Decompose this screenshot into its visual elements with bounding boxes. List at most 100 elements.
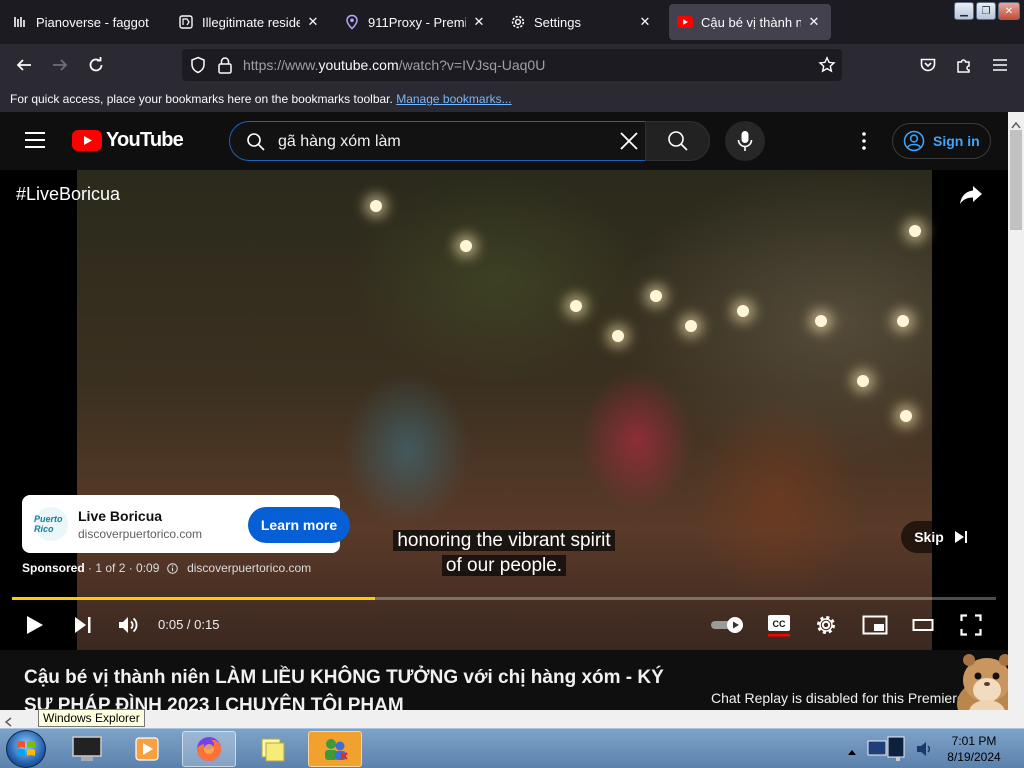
miniplayer-button[interactable] <box>861 610 889 640</box>
taskbar-firefox[interactable] <box>182 731 236 767</box>
youtube-header: YouTube gã hàng xóm làm Sign in <box>0 112 1008 170</box>
play-icon <box>27 616 43 634</box>
search-input[interactable]: gã hàng xóm làm <box>229 121 646 161</box>
reload-icon[interactable] <box>84 53 108 77</box>
tab-illegitimate[interactable]: Illegitimate residenti ✕ <box>170 4 330 40</box>
youtube-icon <box>677 14 693 30</box>
share-icon[interactable] <box>958 182 984 208</box>
navigation-toolbar: https://www.youtube.com/watch?v=IVJsq-Ua… <box>0 44 1024 86</box>
next-button[interactable] <box>70 610 96 640</box>
closed-captions-icon: CC <box>768 615 790 637</box>
autoplay-icon <box>711 617 743 633</box>
bookmarks-hint: For quick access, place your bookmarks h… <box>10 92 393 106</box>
string-light <box>737 305 749 317</box>
tab-title: Pianoverse - faggot <box>36 14 149 30</box>
string-light <box>815 315 827 327</box>
miniplayer-icon <box>862 615 888 635</box>
close-tab-icon[interactable]: ✕ <box>470 13 488 31</box>
account-icon <box>903 130 925 152</box>
sticky-notes-icon <box>261 738 285 762</box>
voice-search-button[interactable] <box>725 121 765 161</box>
search-button[interactable] <box>645 121 710 161</box>
time-display: 0:05 / 0:15 <box>158 617 220 632</box>
string-light <box>685 320 697 332</box>
vertical-scroll-thumb[interactable] <box>1010 130 1022 230</box>
address-bar[interactable]: https://www.youtube.com/watch?v=IVJsq-Ua… <box>182 49 842 81</box>
manage-bookmarks-link[interactable]: Manage bookmarks... <box>396 92 511 106</box>
advertiser-logo-text: Puerto Rico <box>34 514 63 534</box>
monitor-icon <box>72 736 102 761</box>
play-button[interactable] <box>22 610 48 640</box>
vertical-scrollbar[interactable] <box>1008 112 1024 710</box>
learn-more-button[interactable]: Learn more <box>248 507 350 543</box>
taskbar-terminal[interactable] <box>60 731 114 767</box>
ad-info: Sponsored · 1 of 2 · 0:09 discoverpuerto… <box>22 561 311 577</box>
string-light <box>909 225 921 237</box>
clear-search-icon[interactable] <box>619 131 639 156</box>
forward-arrow-icon[interactable] <box>48 53 72 77</box>
taskbar-sticky-notes[interactable] <box>245 731 299 767</box>
speaker-icon[interactable] <box>915 739 935 764</box>
guide-menu-icon[interactable] <box>24 131 46 154</box>
gear-icon <box>510 14 526 30</box>
close-tab-icon[interactable]: ✕ <box>805 13 823 31</box>
taskbar-user-accounts[interactable] <box>308 731 362 767</box>
settings-button[interactable] <box>812 610 840 640</box>
ad-card[interactable]: Puerto Rico Live Boricua discoverpuertor… <box>22 495 350 553</box>
advertiser-logo: Puerto Rico <box>34 507 68 541</box>
back-arrow-icon[interactable] <box>12 53 36 77</box>
pocket-icon[interactable] <box>916 53 940 77</box>
svg-text:CC: CC <box>773 619 786 629</box>
media-player-icon <box>135 737 159 761</box>
autoplay-toggle[interactable] <box>710 610 746 640</box>
video-frame <box>77 170 932 650</box>
search-query-text: gã hàng xóm làm <box>278 133 401 150</box>
string-light <box>460 240 472 252</box>
tab-title: 911Proxy - Premium <box>368 14 466 30</box>
sign-in-label: Sign in <box>933 133 980 149</box>
window-controls: ▁ ❐ ✕ <box>954 2 1020 20</box>
sign-in-button[interactable]: Sign in <box>892 123 991 159</box>
tab-pianoverse[interactable]: Pianoverse - faggot <box>4 4 164 40</box>
taskbar-media-player[interactable] <box>121 731 175 767</box>
ad-info-domain[interactable]: discoverpuertorico.com <box>187 561 311 575</box>
start-button[interactable] <box>6 730 46 768</box>
ad-count: · 1 of 2 · 0:09 <box>88 561 160 575</box>
minimize-button[interactable]: ▁ <box>954 2 974 20</box>
volume-button[interactable] <box>116 610 142 640</box>
search-icon <box>667 131 688 151</box>
lock-icon[interactable] <box>217 56 233 79</box>
close-window-button[interactable]: ✕ <box>998 2 1020 20</box>
restore-button[interactable]: ❐ <box>976 2 996 20</box>
progress-bar[interactable] <box>12 597 996 600</box>
theater-mode-button[interactable] <box>909 610 937 640</box>
tab-911proxy[interactable]: 911Proxy - Premium ✕ <box>336 4 496 40</box>
horizontal-scrollbar[interactable] <box>0 710 1024 728</box>
subtitles-button[interactable]: CC <box>765 610 793 640</box>
info-circle-icon[interactable] <box>166 563 178 577</box>
tab-settings[interactable]: Settings ✕ <box>502 4 662 40</box>
network-icon[interactable] <box>866 735 910 768</box>
video-player[interactable]: #LiveBoricua Puerto Rico Live Boricua di… <box>0 170 1008 650</box>
string-light <box>897 315 909 327</box>
skip-ad-button[interactable]: Skip <box>901 521 981 553</box>
close-tab-icon[interactable]: ✕ <box>636 13 654 31</box>
close-tab-icon[interactable]: ✕ <box>304 13 322 31</box>
location-pin-icon <box>344 14 360 30</box>
show-hidden-icons-arrow-icon[interactable] <box>847 743 857 761</box>
url-path: /watch?v=IVJsq-Uaq0U <box>398 57 546 73</box>
fullscreen-button[interactable] <box>957 610 985 640</box>
skip-label: Skip <box>914 529 944 545</box>
users-icon <box>325 739 348 760</box>
more-settings-icon[interactable] <box>854 131 874 156</box>
tab-youtube-active[interactable]: Cậu bé vị thành niên ✕ <box>669 4 831 40</box>
system-clock[interactable]: 7:01 PM 8/19/2024 <box>940 733 1008 765</box>
video-overlay-title[interactable]: #LiveBoricua <box>16 184 120 205</box>
youtube-logo[interactable]: YouTube <box>72 129 184 152</box>
tab-title: Cậu bé vị thành niên <box>701 14 801 30</box>
clock-time: 7:01 PM <box>951 734 997 748</box>
bookmark-star-icon[interactable] <box>818 56 836 79</box>
tracking-protection-shield-icon[interactable] <box>189 56 207 79</box>
hamburger-menu-icon[interactable] <box>988 53 1012 77</box>
extensions-puzzle-icon[interactable] <box>952 53 976 77</box>
